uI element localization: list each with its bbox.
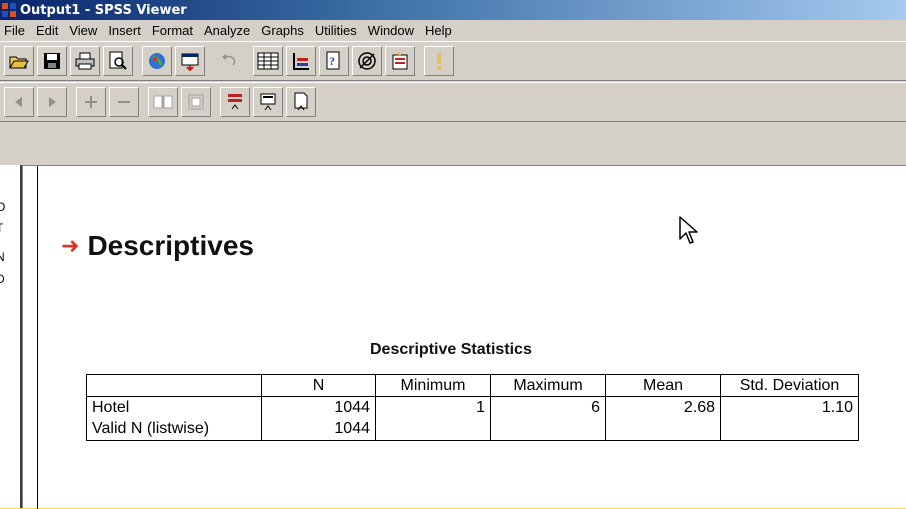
designate-window-icon[interactable] [385, 46, 415, 76]
column-header: Mean [605, 374, 721, 397]
table-cell [490, 418, 606, 441]
svg-text:?: ? [329, 54, 335, 68]
menu-bar: File Edit View Insert Format Analyze Gra… [0, 20, 906, 41]
print-preview-icon[interactable] [103, 46, 133, 76]
outline-label: T [0, 221, 3, 235]
table-cell: 1.10 [720, 396, 859, 419]
undo-icon[interactable] [214, 46, 244, 76]
table-header-row: N Minimum Maximum Mean Std. Deviation [86, 374, 859, 397]
table-cell: 1 [375, 396, 491, 419]
title-bar[interactable]: Output1 - SPSS Viewer [0, 0, 906, 20]
outline-label: O [0, 200, 6, 214]
app-icon [2, 3, 16, 17]
open-icon[interactable] [4, 46, 34, 76]
mouse-cursor-icon [679, 216, 698, 244]
table-title: Descriptive Statistics [370, 341, 532, 358]
insert-text-icon[interactable] [286, 87, 316, 117]
row-label: Valid N (listwise) [86, 418, 262, 441]
promote-icon[interactable] [4, 87, 34, 117]
show-icon[interactable] [148, 87, 178, 117]
column-header: Minimum [375, 374, 491, 397]
collapse-icon[interactable] [109, 87, 139, 117]
hide-icon[interactable] [181, 87, 211, 117]
column-header [86, 374, 262, 397]
heading-text: Descriptives [87, 230, 254, 261]
export-icon[interactable] [142, 46, 172, 76]
use-sets-icon[interactable] [352, 46, 382, 76]
goto-data-icon[interactable] [253, 46, 283, 76]
table-cell [605, 418, 721, 441]
table-cell [375, 418, 491, 441]
menu-file[interactable]: File [0, 23, 32, 38]
menu-window[interactable]: Window [364, 23, 421, 38]
table-row: Hotel 1044 1 6 2.68 1.10 [86, 396, 859, 419]
print-icon[interactable] [70, 46, 100, 76]
output-heading[interactable]: ➜ Descriptives [61, 230, 254, 262]
variables-icon[interactable]: ? [319, 46, 349, 76]
table-cell: 1044 [261, 396, 376, 419]
outline-label: D [0, 272, 5, 286]
outline-toolbar [0, 82, 906, 122]
outline-divider [37, 166, 38, 509]
table-cell [720, 418, 859, 441]
table-row: Valid N (listwise) 1044 [86, 418, 859, 441]
recall-dialog-icon[interactable] [175, 46, 205, 76]
column-header: Maximum [490, 374, 606, 397]
save-icon[interactable] [37, 46, 67, 76]
outline-label: N [0, 250, 5, 264]
expand-icon[interactable] [76, 87, 106, 117]
column-header: Std. Deviation [720, 374, 859, 397]
main-toolbar: ? [0, 41, 906, 81]
run-icon[interactable] [424, 46, 454, 76]
insert-title-icon[interactable] [253, 87, 283, 117]
menu-edit[interactable]: Edit [32, 23, 65, 38]
menu-utilities[interactable]: Utilities [311, 23, 364, 38]
menu-format[interactable]: Format [148, 23, 200, 38]
outline-pane[interactable]: O T N D [0, 165, 22, 508]
insert-heading-icon[interactable] [220, 87, 250, 117]
demote-icon[interactable] [37, 87, 67, 117]
output-contents-pane[interactable]: ➜ Descriptives Descriptive Statistics N … [22, 165, 906, 509]
spss-viewer-window: Output1 - SPSS Viewer File Edit View Ins… [0, 0, 906, 509]
menu-graphs[interactable]: Graphs [257, 23, 311, 38]
selection-arrow-icon: ➜ [61, 233, 80, 258]
descriptive-statistics-table[interactable]: N Minimum Maximum Mean Std. Deviation Ho… [86, 374, 859, 441]
menu-analyze[interactable]: Analyze [200, 23, 257, 38]
menu-help[interactable]: Help [421, 23, 459, 38]
table-cell: 1044 [261, 418, 376, 441]
goto-case-icon[interactable] [286, 46, 316, 76]
table-cell: 2.68 [605, 396, 721, 419]
row-label: Hotel [86, 396, 262, 419]
table-cell: 6 [490, 396, 606, 419]
menu-view[interactable]: View [65, 23, 104, 38]
menu-insert[interactable]: Insert [104, 23, 148, 38]
window-title: Output1 - SPSS Viewer [20, 2, 187, 18]
column-header: N [261, 374, 376, 397]
